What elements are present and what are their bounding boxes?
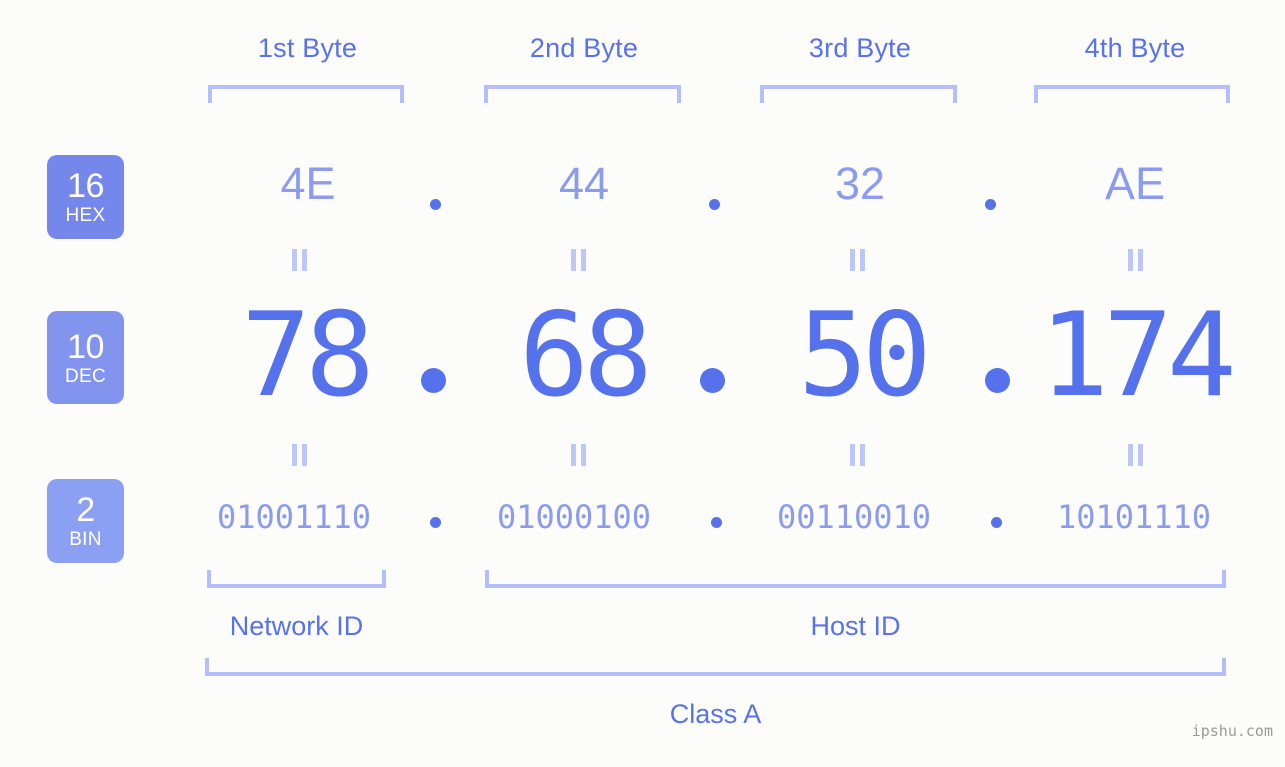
base-badge-hex: 16 HEX xyxy=(47,155,124,239)
class-label: Class A xyxy=(669,699,762,729)
base-badge-dec-number: 10 xyxy=(67,327,104,366)
base-badge-dec-abbr: DEC xyxy=(64,365,106,387)
hex-octet-2: 44 xyxy=(558,158,610,209)
hex-separator-dot-2 xyxy=(709,199,720,210)
dec-separator-dot-1 xyxy=(421,368,446,393)
equals-marker-dec-bin-4 xyxy=(1128,444,1145,466)
bin-octet-1: 01001110 xyxy=(216,498,372,536)
dec-separator-dot-2 xyxy=(700,368,725,393)
host-id-bracket xyxy=(485,570,1226,588)
base-badge-hex-number: 16 xyxy=(67,167,104,205)
bin-separator-dot-2 xyxy=(711,517,722,528)
bin-separator-dot-3 xyxy=(991,517,1002,528)
equals-marker-dec-bin-1 xyxy=(292,444,309,466)
equals-marker-dec-bin-2 xyxy=(571,444,588,466)
base-badge-hex-abbr: HEX xyxy=(65,205,106,226)
network-id-label: Network ID xyxy=(229,611,364,641)
bin-octet-2: 01000100 xyxy=(496,498,652,536)
hex-separator-dot-1 xyxy=(430,199,441,210)
equals-marker-hex-dec-4 xyxy=(1128,249,1145,271)
byte-header-label-1: 1st Byte xyxy=(257,33,358,63)
byte-header-label-4: 4th Byte xyxy=(1084,33,1186,63)
byte-bracket-top-2 xyxy=(484,85,681,103)
base-badge-bin-number: 2 xyxy=(76,491,95,529)
byte-header-label-2: 2nd Byte xyxy=(529,33,639,63)
hex-separator-dot-3 xyxy=(985,199,996,210)
dec-octet-1: 78 xyxy=(241,288,375,423)
host-id-label: Host ID xyxy=(810,611,901,641)
byte-header-label-3: 3rd Byte xyxy=(808,33,912,63)
byte-bracket-top-1 xyxy=(208,85,404,103)
dec-octet-2: 68 xyxy=(519,288,653,423)
byte-bracket-top-3 xyxy=(760,85,957,103)
dec-octet-4: 174 xyxy=(1039,288,1237,423)
dec-separator-dot-3 xyxy=(985,368,1010,393)
bin-octet-4: 10101110 xyxy=(1056,498,1212,536)
hex-octet-3: 32 xyxy=(834,158,886,209)
bin-octet-3: 00110010 xyxy=(776,498,932,536)
network-id-bracket xyxy=(207,570,386,588)
equals-marker-hex-dec-3 xyxy=(850,249,867,271)
hex-octet-1: 4E xyxy=(280,158,336,209)
base-badge-bin: 2 BIN xyxy=(47,479,124,563)
ip-address-breakdown-diagram: 1st Byte 2nd Byte 3rd Byte 4th Byte 16 H… xyxy=(0,0,1285,767)
equals-marker-dec-bin-3 xyxy=(850,444,867,466)
bin-separator-dot-1 xyxy=(430,517,441,528)
watermark: ipshu.com xyxy=(1191,722,1273,740)
class-bracket xyxy=(205,658,1226,676)
equals-marker-hex-dec-1 xyxy=(292,249,309,271)
dec-octet-3: 50 xyxy=(798,288,932,423)
base-badge-bin-abbr: BIN xyxy=(69,529,102,550)
hex-octet-4: AE xyxy=(1104,158,1166,209)
base-badge-dec: 10 DEC xyxy=(47,311,124,404)
byte-bracket-top-4 xyxy=(1034,85,1230,103)
equals-marker-hex-dec-2 xyxy=(571,249,588,271)
